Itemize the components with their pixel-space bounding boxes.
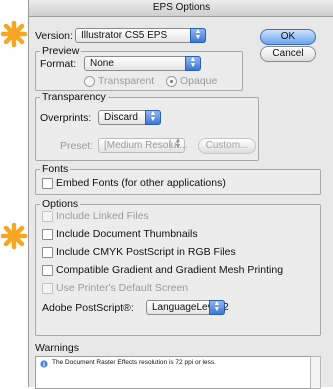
version-label: Version: xyxy=(35,30,73,42)
orange-star-marker-icon xyxy=(0,20,28,48)
embed-fonts-checkbox[interactable] xyxy=(42,178,53,189)
overprints-select[interactable]: Discard ▲ ▼ xyxy=(98,110,161,125)
fonts-group: Fonts Embed Fonts (for other application… xyxy=(35,163,321,195)
format-label: Format: xyxy=(40,58,77,70)
orange-star-marker-icon xyxy=(0,222,28,250)
warnings-title: Warnings xyxy=(35,342,79,354)
select-arrows-icon: ▲ ▼ xyxy=(145,110,161,125)
transparent-label: Transparent xyxy=(98,75,155,87)
info-icon xyxy=(40,360,48,368)
preview-title: Preview xyxy=(40,45,82,57)
include-linked-files-checkbox[interactable] xyxy=(42,211,53,222)
format-value: None xyxy=(90,58,114,69)
include-thumbnails-checkbox[interactable] xyxy=(42,229,53,240)
opaque-radio[interactable] xyxy=(166,76,177,87)
warning-message: The Document Raster Effects resolution i… xyxy=(52,359,216,366)
transparent-radio[interactable] xyxy=(84,76,95,87)
custom-button[interactable]: Custom... xyxy=(198,138,256,154)
printer-default-screen-label: Use Printer's Default Screen xyxy=(56,282,189,294)
include-cmyk-postscript-checkbox[interactable] xyxy=(42,247,53,258)
printer-default-screen-checkbox[interactable] xyxy=(42,283,53,294)
embed-fonts-label: Embed Fonts (for other applications) xyxy=(56,177,226,189)
options-title: Options xyxy=(40,198,81,210)
include-thumbnails-label: Include Document Thumbnails xyxy=(56,228,198,240)
select-arrows-icon: ▲ ▼ xyxy=(190,28,206,43)
select-arrows-icon: ▲ ▼ xyxy=(185,56,201,71)
select-arrows-icon: ▲ ▼ xyxy=(209,300,225,315)
overprints-value: Discard xyxy=(104,112,138,123)
include-cmyk-postscript-label: Include CMYK PostScript in RGB Files xyxy=(56,246,236,258)
warnings-scrollbar[interactable] xyxy=(310,356,321,389)
options-group: Options Include Linked Files Include Doc… xyxy=(35,198,321,336)
format-select[interactable]: None ▲ ▼ xyxy=(84,56,201,71)
postscript-level-select[interactable]: LanguageLevel 2 ▲ ▼ xyxy=(146,300,229,315)
include-linked-files-label: Include Linked Files xyxy=(56,210,149,222)
version-select[interactable]: Illustrator CS5 EPS ▲ ▼ xyxy=(75,28,206,43)
version-value: Illustrator CS5 EPS xyxy=(81,30,168,41)
overprints-label: Overprints: xyxy=(40,112,92,124)
fonts-title: Fonts xyxy=(40,163,71,175)
preview-group: Preview Format: None ▲ ▼ Transparent Opaq… xyxy=(35,45,243,91)
preset-select[interactable]: [Medium Resolut... ▲ ▼ xyxy=(98,137,187,153)
compatible-gradient-label: Compatible Gradient and Gradient Mesh Pr… xyxy=(56,264,284,276)
select-arrows-icon: ▲ ▼ xyxy=(170,137,185,151)
opaque-label: Opaque xyxy=(180,75,218,87)
transparency-title: Transparency xyxy=(40,91,108,103)
eps-options-dialog: EPS Options Version: Illustrator CS5 EPS… xyxy=(28,0,333,389)
ok-button[interactable]: OK xyxy=(260,29,316,45)
window-title: EPS Options xyxy=(29,0,333,17)
transparency-group: Transparency Overprints: Discard ▲ ▼ Pres… xyxy=(35,91,259,161)
compatible-gradient-checkbox[interactable] xyxy=(42,265,53,276)
postscript-label: Adobe PostScript®: xyxy=(42,302,134,314)
cancel-button[interactable]: Cancel xyxy=(260,46,316,62)
preset-label: Preset: xyxy=(60,140,94,152)
warnings-box: The Document Raster Effects resolution i… xyxy=(35,356,311,389)
